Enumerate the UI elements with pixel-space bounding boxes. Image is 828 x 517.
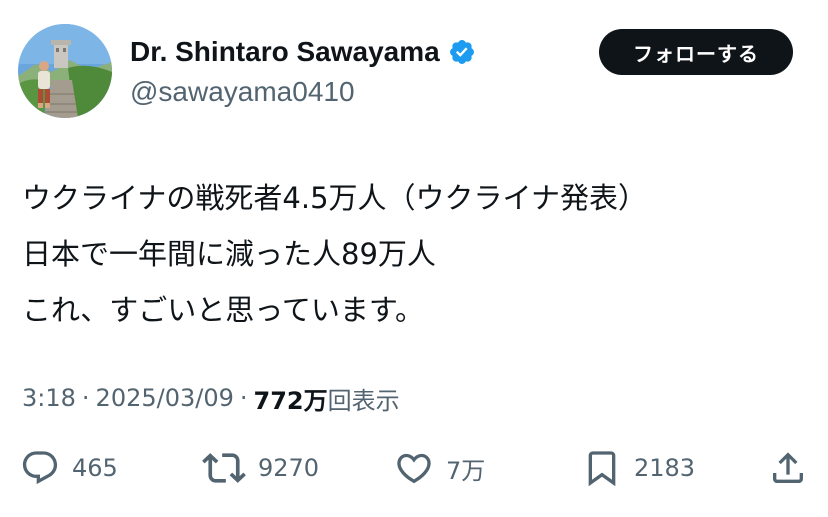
display-name[interactable]: Dr. Shintaro Sawayama (130, 33, 440, 71)
tweet-line: ウクライナの戦死者4.5万人（ウクライナ発表） (22, 181, 647, 215)
like-count: 7万 (446, 456, 486, 485)
repost-icon (202, 453, 246, 483)
repost-count: 9270 (258, 454, 320, 482)
meta-separator: · (239, 384, 248, 412)
views-count[interactable]: 772万 (254, 381, 328, 416)
action-bar: 465 9270 7万 2183 (0, 446, 828, 490)
bookmark-count: 2183 (634, 454, 696, 482)
tweet-text: ウクライナの戦死者4.5万人（ウクライナ発表） 日本で一年間に減った人89万人 … (22, 170, 812, 338)
avatar-photo (18, 24, 112, 118)
heart-icon (397, 453, 431, 484)
follow-button[interactable]: フォローする (599, 29, 793, 75)
avatar[interactable] (18, 24, 112, 118)
bookmark-button[interactable]: 2183 (582, 446, 695, 490)
share-icon (773, 452, 803, 483)
share-button[interactable] (768, 446, 808, 490)
tweet-meta: 3:18 · 2025/03/09 · 772万 回表示 (22, 380, 400, 416)
tweet-time[interactable]: 3:18 (22, 384, 76, 412)
reply-icon (22, 451, 58, 485)
tweet-line: 日本で一年間に減った人89万人 (22, 237, 436, 271)
reply-button[interactable]: 465 (20, 446, 118, 490)
meta-separator: · (81, 384, 90, 412)
bookmark-icon (588, 451, 616, 487)
views-label: 回表示 (327, 386, 400, 415)
author-name-row: Dr. Shintaro Sawayama (130, 33, 476, 71)
verified-badge-icon[interactable] (448, 38, 476, 66)
reply-count: 465 (72, 454, 118, 482)
author-handle[interactable]: @sawayama0410 (130, 74, 355, 110)
tweet-line: これ、すごいと思っています。 (22, 293, 424, 327)
like-button[interactable]: 7万 (394, 446, 485, 490)
repost-button[interactable]: 9270 (202, 446, 319, 490)
tweet-date[interactable]: 2025/03/09 (96, 384, 234, 412)
